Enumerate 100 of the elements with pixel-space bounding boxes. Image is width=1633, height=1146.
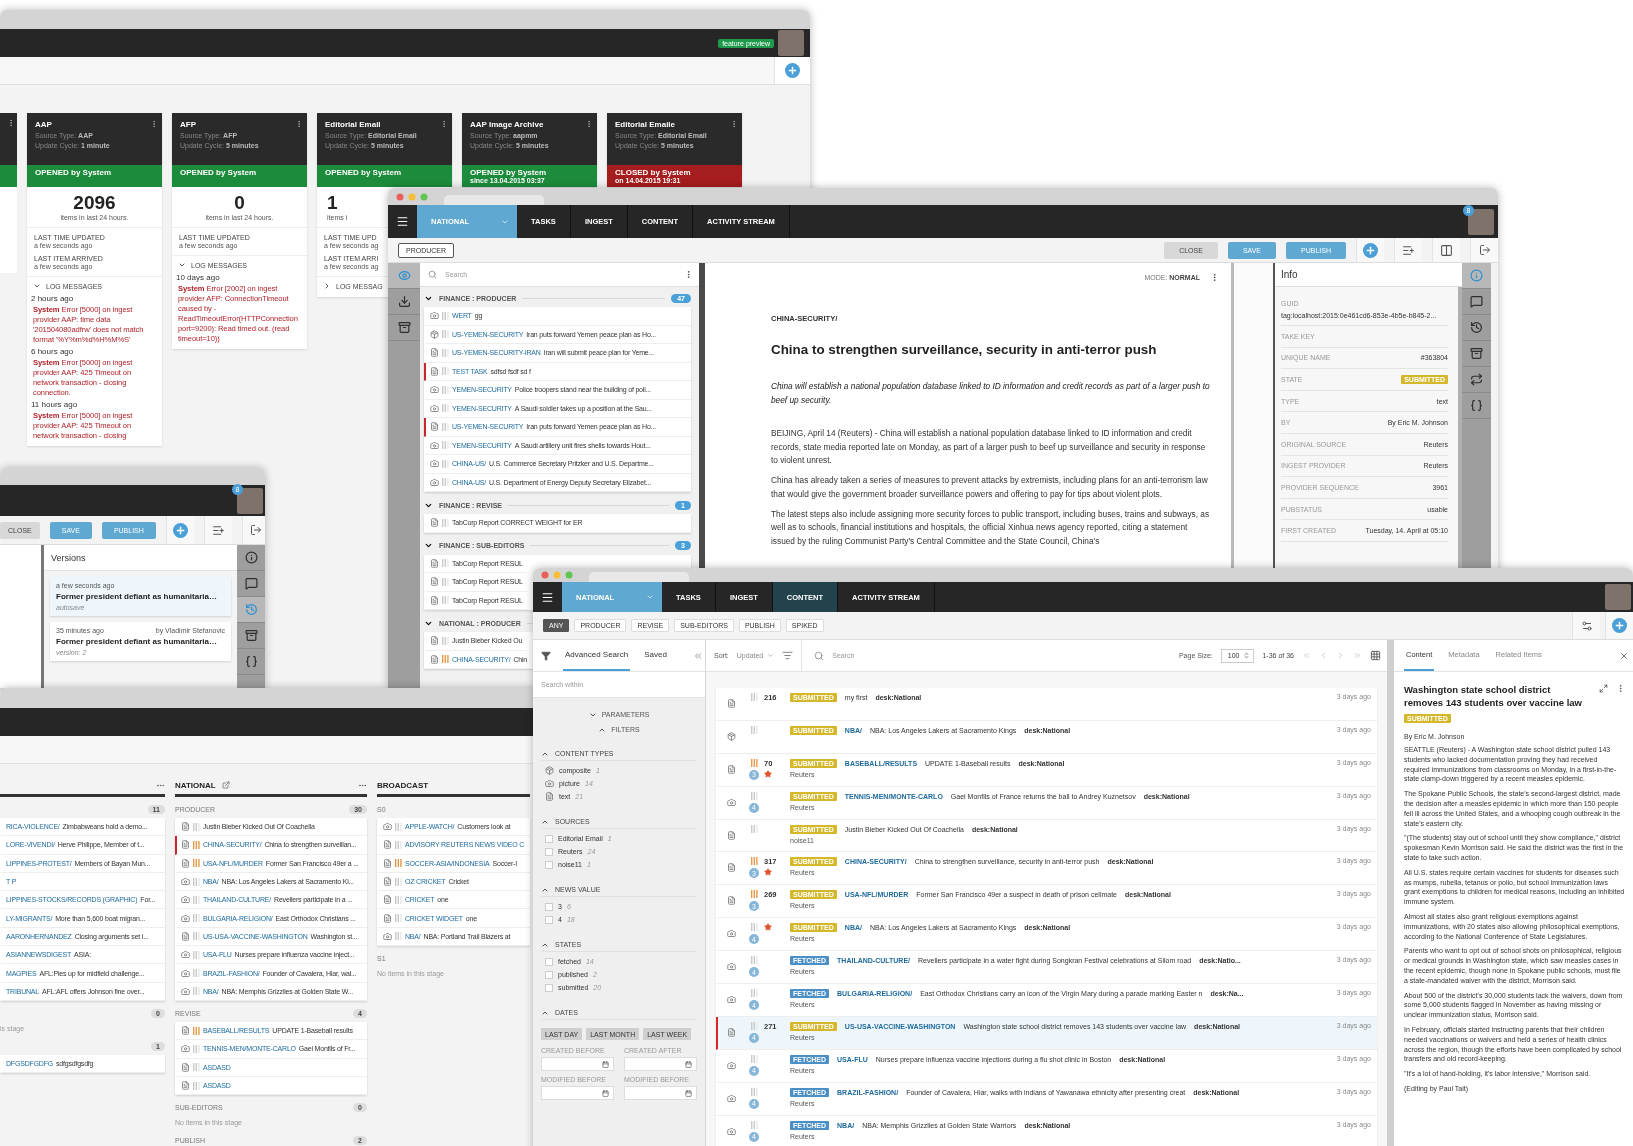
- archive-icon[interactable]: [397, 321, 411, 334]
- more-icon[interactable]: [585, 120, 593, 128]
- checkbox[interactable]: [545, 970, 553, 979]
- chevron-icon[interactable]: [424, 541, 433, 550]
- star-icon[interactable]: [764, 868, 772, 877]
- more-icon[interactable]: [7, 119, 15, 127]
- more-icon[interactable]: [150, 120, 158, 128]
- version-title: Former president defiant as humanitaria…: [56, 592, 218, 601]
- status-text: OPENED by System: [35, 168, 113, 177]
- article-paragraph: BEIJING, April 14 (Reuters) - China will establish a national population database linked to ID information and credit records, state media reported late on Monday, as part of a larger push to beef up surveillance and security in response to violent unrest.: [771, 427, 1207, 468]
- chevron-icon[interactable]: [323, 282, 331, 290]
- list-add-icon[interactable]: [211, 523, 225, 537]
- document-icon: [726, 896, 736, 906]
- panel-title: Versions: [51, 552, 86, 563]
- document-icon: [726, 863, 736, 873]
- archive-icon[interactable]: [244, 629, 258, 642]
- date-field[interactable]: [541, 1086, 614, 1100]
- log-time: 11 hours ago: [31, 400, 79, 409]
- camera-icon: [430, 459, 439, 469]
- checkbox[interactable]: [545, 983, 553, 992]
- checkbox[interactable]: [545, 915, 553, 924]
- grid-view-icon[interactable]: [1370, 650, 1381, 661]
- article-paragraph: The latest steps also include assigning more security forces to public transport, including buses, trains and subways, as well as to schools, financial institutions and hospitals, the official Xinhua news agency reported, citing a statement issued by the ruling Communist Party's Central Committee and the State Council, China's: [771, 507, 1211, 548]
- braces-icon[interactable]: [1470, 399, 1483, 412]
- date-field[interactable]: [624, 1086, 697, 1100]
- exit-icon[interactable]: [250, 524, 263, 536]
- document-icon: [181, 931, 190, 941]
- list-settings-icon[interactable]: [1580, 619, 1593, 632]
- document-icon: [383, 840, 392, 850]
- download-icon[interactable]: [397, 295, 411, 308]
- camera-icon: [430, 440, 439, 450]
- checkbox[interactable]: [545, 860, 553, 869]
- document-icon: [181, 858, 190, 868]
- add-icon[interactable]: [1363, 242, 1378, 258]
- more-icon[interactable]: [730, 120, 738, 128]
- more-icon[interactable]: [295, 120, 303, 128]
- document-icon: [430, 348, 439, 358]
- star-icon[interactable]: [764, 923, 772, 932]
- calendar-icon: [602, 1060, 609, 1068]
- item-count: 1: [327, 192, 338, 214]
- document-icon: [383, 895, 392, 905]
- sync-icon[interactable]: [1470, 373, 1483, 386]
- document-icon: [430, 577, 439, 587]
- more-icon[interactable]: [1210, 272, 1219, 282]
- expand-icon[interactable]: [1599, 684, 1608, 693]
- checkbox[interactable]: [545, 902, 553, 911]
- log-time: 10 days ago: [176, 273, 221, 282]
- item-count: 2096: [73, 192, 116, 214]
- package-icon: [545, 766, 554, 775]
- camera-icon: [726, 962, 736, 972]
- document-icon: [726, 764, 736, 774]
- search-icon: [814, 650, 825, 661]
- document-icon: [181, 822, 190, 832]
- version-title: Former president defiant as humanitaria…: [56, 637, 218, 646]
- calendar-icon: [685, 1060, 692, 1068]
- article-paragraph: China has already taken a series of measures to prevent attacks by extremists, including plans for an anti-terrorism law that would give the government broader surveillance powers and offering to pay for tips about violent plots.: [771, 474, 1209, 501]
- add-icon[interactable]: [1612, 618, 1627, 633]
- date-field[interactable]: [624, 1057, 697, 1071]
- camera-icon: [726, 1126, 736, 1136]
- add-icon[interactable]: [172, 522, 188, 538]
- menu-icon[interactable]: [541, 590, 554, 604]
- checkbox[interactable]: [545, 847, 553, 856]
- list-add-icon[interactable]: [1402, 243, 1415, 257]
- add-icon[interactable]: [785, 63, 800, 78]
- star-icon[interactable]: [764, 769, 772, 778]
- checkbox[interactable]: [545, 834, 553, 843]
- avatar-photo: [778, 30, 804, 56]
- document-icon: [545, 792, 554, 801]
- checkbox[interactable]: [545, 957, 553, 966]
- document-icon: [726, 830, 736, 840]
- camera-icon: [181, 986, 190, 996]
- sort-direction-icon[interactable]: [782, 650, 794, 661]
- archive-icon[interactable]: [1470, 347, 1483, 360]
- chevron-icon[interactable]: [33, 282, 41, 290]
- filter-icon[interactable]: [541, 650, 551, 661]
- article-headline: China to strengthen surveillance, security in anti-terror push: [771, 341, 1158, 359]
- camera-icon: [726, 797, 736, 807]
- date-field[interactable]: [541, 1057, 614, 1071]
- chevron-icon[interactable]: [178, 261, 186, 269]
- more-icon[interactable]: [684, 270, 693, 279]
- info-icon[interactable]: [244, 551, 258, 564]
- camera-icon: [430, 477, 439, 487]
- more-icon[interactable]: [440, 120, 448, 128]
- split-view-icon[interactable]: [1440, 243, 1453, 257]
- close-icon[interactable]: [1619, 650, 1629, 661]
- comment-icon[interactable]: [1470, 295, 1483, 308]
- comment-icon[interactable]: [244, 577, 258, 590]
- menu-icon[interactable]: [396, 215, 409, 228]
- camera-icon: [181, 877, 190, 887]
- camera-icon: [726, 995, 736, 1004]
- log-time: 6 hours ago: [31, 347, 75, 356]
- more-icon[interactable]: [1616, 684, 1625, 693]
- braces-icon[interactable]: [244, 655, 258, 668]
- exit-icon[interactable]: [1478, 244, 1491, 256]
- document-icon: [726, 699, 736, 708]
- document-icon: [430, 366, 439, 376]
- search-tab[interactable]: Saved: [642, 640, 669, 671]
- external-link-icon[interactable]: [221, 781, 230, 789]
- history-icon[interactable]: [1470, 321, 1483, 334]
- document-icon: [430, 422, 439, 432]
